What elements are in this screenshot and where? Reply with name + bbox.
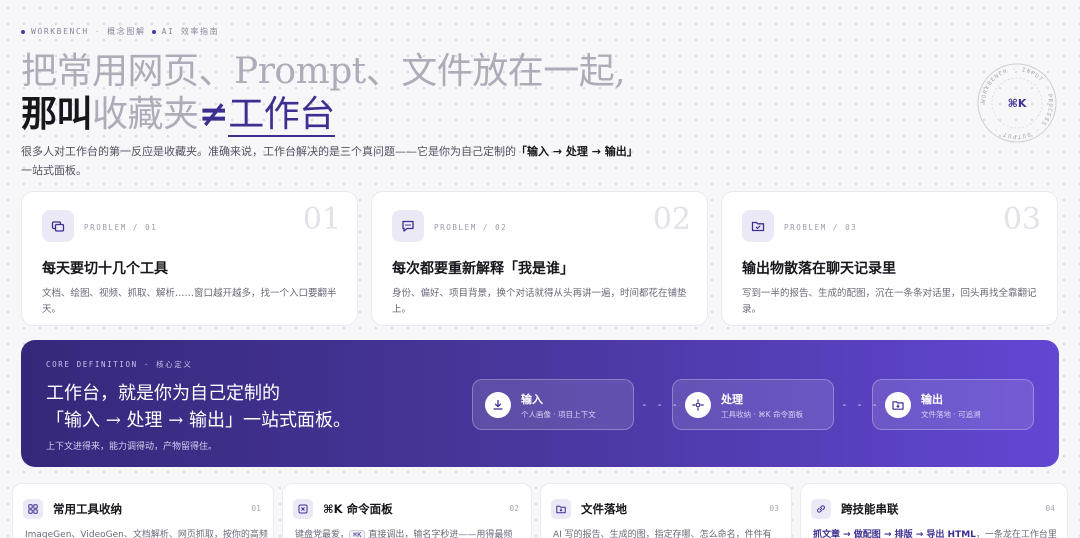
problem-number: 02 — [652, 202, 691, 237]
link-icon — [811, 499, 831, 519]
feature-number: 03 — [769, 504, 779, 513]
intro-tail: 一站式面板。 — [21, 164, 87, 177]
intro-text: 很多人对工作台的第一反应是收藏夹。准确来说，工作台解决的是三个真问题——它是你为… — [21, 145, 516, 158]
headline-neq: ≠ — [198, 93, 229, 135]
chat-icon — [392, 210, 424, 242]
step-process: 处理 工具收纳 · ⌘K 命令面板 — [672, 379, 834, 430]
step-sub: 文件落地 · 可追溯 — [921, 410, 981, 419]
problem-tag: PROBLEM / 03 — [784, 223, 858, 232]
problem-desc: 写到一半的报告、生成的配图，沉在一条条对话里，回头再找全靠翻记录。 — [742, 288, 1037, 315]
feature-number: 02 — [509, 504, 519, 513]
step-sub: 个人画像 · 项目上下文 — [521, 410, 596, 419]
headline-grey: 收藏夹 — [92, 94, 199, 135]
problem-number: 01 — [302, 202, 341, 237]
step-label: 输出 — [921, 393, 943, 406]
feature-command-palette: ⌘K 命令面板 02 键盘党最爱， ⌘K 直接调出，输名字秒进——用得最频 — [282, 483, 532, 538]
feature-number: 04 — [1045, 504, 1055, 513]
shortcut-kbd: ⌘K — [349, 530, 366, 538]
step-output: 输出 文件落地 · 可追溯 — [872, 379, 1034, 430]
intro-paragraph: 很多人对工作台的第一反应是收藏夹。准确来说，工作台解决的是三个真问题——它是你为… — [21, 142, 641, 180]
eyebrow: WORKBENCH · 概念图解 AI 效率指南 — [21, 26, 219, 37]
problem-desc: 文档、绘图、视频、抓取、解析……窗口越开越多，找一个入口要翻半天。 — [42, 288, 337, 315]
feature-skill-chain: 跨技能串联 04 抓文章 → 做配图 → 排版 → 导出 HTML，一条龙在工作… — [800, 483, 1068, 538]
feature-tool-storage: 常用工具收纳 01 ImageGen、VideoGen、文档解析、网页抓取，按你… — [12, 483, 274, 538]
feature-number: 01 — [251, 504, 261, 513]
feature-desc: 抓文章 → 做配图 → 排版 → 导出 HTML，一条龙在工作台里 — [813, 527, 1057, 538]
eyebrow-brand: WORKBENCH — [31, 27, 89, 36]
headline-dark: 那叫 — [21, 93, 93, 135]
feature-desc-pre: 键盘党最爱， — [295, 530, 350, 538]
problem-number: 03 — [1002, 202, 1041, 237]
problem-card-1: PROBLEM / 01 01 每天要切十几个工具 文档、绘图、视频、抓取、解析… — [21, 191, 358, 326]
folder-check-icon — [742, 210, 774, 242]
headline-line2: 那叫收藏夹≠工作台 — [21, 93, 625, 137]
feature-desc: AI 写的报告、生成的图，指定存哪、怎么命名，件件有 — [553, 530, 772, 538]
banner-subtitle: 上下文进得来，能力调得动，产物留得住。 — [46, 442, 218, 452]
download-icon — [485, 392, 511, 418]
feature-desc-bold: 抓文章 → 做配图 → 排版 → 导出 HTML — [813, 530, 976, 538]
headline-line1: 把常用网页、Prompt、文件放在一起, — [21, 51, 626, 92]
banner-tag: CORE DEFINITION · 核心定义 — [46, 360, 193, 369]
feature-title: 文件落地 — [581, 502, 627, 516]
command-icon — [293, 499, 313, 519]
core-definition-banner: CORE DEFINITION · 核心定义 工作台，就是你为自己定制的 「输入… — [21, 340, 1059, 467]
problem-title: 输出物散落在聊天记录里 — [742, 261, 896, 277]
windows-icon — [42, 210, 74, 242]
folder-icon — [551, 499, 571, 519]
feature-desc: ImageGen、VideoGen、文档解析、网页抓取，按你的高频 — [25, 530, 268, 538]
eyebrow-part2: 概念图解 — [107, 27, 146, 36]
sparkle-icon — [685, 392, 711, 418]
step-input: 输入 个人画像 · 项目上下文 — [472, 379, 634, 430]
eyebrow-dot — [21, 29, 25, 34]
feature-title: 跨技能串联 — [841, 502, 899, 516]
problem-title: 每次都要重新解释「我是谁」 — [392, 261, 574, 277]
seal-center: ⌘K — [1008, 97, 1027, 110]
feature-desc-post: 直接调出，输名字秒进——用得最频 — [365, 530, 513, 538]
feature-title: 常用工具收纳 — [53, 502, 122, 516]
eyebrow-separator: · — [94, 27, 102, 36]
step-sub: 工具收纳 · ⌘K 命令面板 — [721, 410, 803, 419]
headline-accent: 工作台 — [228, 94, 335, 137]
problem-title: 每天要切十几个工具 — [42, 261, 168, 277]
step-label: 处理 — [721, 393, 743, 406]
eyebrow-part3: AI 效率指南 — [161, 27, 220, 36]
step-label: 输入 — [521, 393, 543, 406]
grid-icon — [23, 499, 43, 519]
feature-desc-post: ，一条龙在工作台里 — [975, 530, 1057, 538]
page-title: 把常用网页、Prompt、文件放在一起, 那叫收藏夹≠工作台 — [21, 50, 626, 137]
feature-file-landing: 文件落地 03 AI 写的报告、生成的图，指定存哪、怎么命名，件件有 — [540, 483, 792, 538]
problem-tag: PROBLEM / 01 — [84, 223, 158, 232]
problem-desc: 身份、偏好、项目背景，换个对话就得从头再讲一遍，时间都花在铺垫上。 — [392, 288, 687, 315]
problem-card-3: PROBLEM / 03 03 输出物散落在聊天记录里 写到一半的报告、生成的配… — [721, 191, 1058, 326]
banner-title-line1: 工作台，就是你为自己定制的 — [46, 383, 280, 404]
folder-in-icon — [885, 392, 911, 418]
feature-title: ⌘K 命令面板 — [323, 502, 393, 516]
eyebrow-dot-2 — [151, 29, 156, 34]
banner-title-line2: 「输入 → 处理 → 输出」一站式面板。 — [46, 410, 352, 431]
workbench-seal: WORKBENCH · INPUT · PROCESS · OUTPUT · ⌘… — [977, 63, 1057, 143]
problem-tag: PROBLEM / 02 — [434, 223, 508, 232]
intro-bold: 「输入 → 处理 → 输出」 — [516, 145, 638, 158]
problem-card-2: PROBLEM / 02 02 每次都要重新解释「我是谁」 身份、偏好、项目背景… — [371, 191, 708, 326]
feature-desc: 键盘党最爱， ⌘K 直接调出，输名字秒进——用得最频 — [295, 527, 512, 538]
